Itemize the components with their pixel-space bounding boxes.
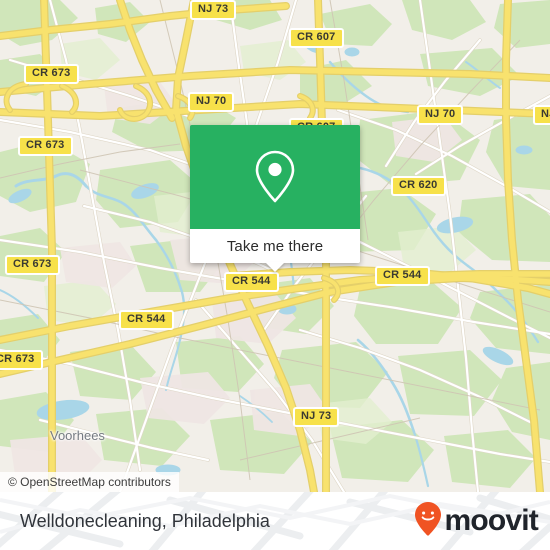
bottom-info-bar: Welldonecleaning, Philadelphia moovit	[0, 492, 550, 550]
moovit-brand[interactable]: moovit	[413, 492, 539, 550]
road-shield: CR 620	[391, 176, 446, 196]
road-shield: CR 544	[119, 310, 174, 330]
popup-pointer	[265, 262, 285, 272]
popup-header	[190, 125, 360, 229]
road-shield: NJ 70	[417, 105, 464, 125]
take-me-there-label: Take me there	[226, 237, 324, 255]
road-shield: CR 673	[24, 64, 79, 84]
road-shield: NJ 70	[188, 92, 235, 112]
road-shield: CR 544	[224, 272, 279, 292]
road-shield: CR 673	[0, 350, 43, 370]
road-shield: CR 673	[5, 255, 60, 275]
map-attribution[interactable]: © OpenStreetMap contributors	[0, 472, 179, 492]
moovit-map-screenshot: Voorhees NJ 73 CR 607 CR 673 NJ 70 NJ 70…	[0, 0, 550, 550]
road-shield: CR 607	[289, 28, 344, 48]
road-shield: NJ 73	[293, 407, 340, 427]
popup-footer[interactable]: Take me there	[190, 229, 360, 272]
road-shield: NJ 73	[190, 0, 237, 20]
moovit-wordmark: moovit	[444, 504, 538, 537]
location-title: Welldonecleaning, Philadelphia	[20, 511, 270, 531]
road-shield: CR 673	[18, 136, 73, 156]
road-shield: CR 544	[375, 266, 430, 286]
road-shield: NJ	[533, 105, 550, 125]
place-label-voorhees: Voorhees	[50, 428, 105, 443]
map-pin-icon	[252, 149, 298, 205]
moovit-smiley-pin-icon	[413, 501, 443, 542]
location-popup-card[interactable]: Take me there	[190, 125, 360, 272]
